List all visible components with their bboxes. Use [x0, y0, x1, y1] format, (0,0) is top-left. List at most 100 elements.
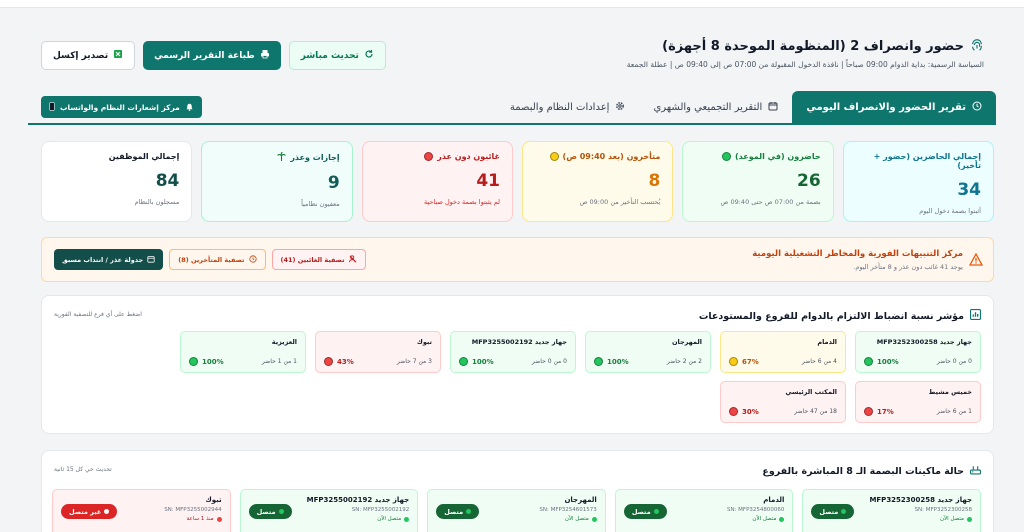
branch-card[interactable]: خميس مشيط 1 من 6 حاضر 17%	[855, 381, 981, 423]
schedule-excuse-label: جدولة عذر / انتداب مسبق	[62, 255, 144, 264]
clock-icon	[972, 101, 982, 114]
branch-compliance-section: مؤشر نسبة انضباط الالتزام بالدوام للفروع…	[41, 295, 994, 434]
kpi-leave[interactable]: إجازات وعذر 9 معفيون نظامياً	[201, 141, 353, 222]
phone-icon	[49, 101, 55, 113]
branch-card[interactable]: جهاز جديد MFP3252300258 0 من 0 حاضر 100%	[855, 331, 981, 373]
branch-count: 18 من 47 حاضر	[794, 408, 837, 415]
branch-card[interactable]: المهرجان 2 من 2 حاضر 100%	[585, 331, 711, 373]
device-name: تبوك	[205, 496, 222, 504]
calendar-plus-icon	[147, 255, 155, 265]
user-x-icon	[348, 254, 357, 265]
notification-center-button[interactable]: مركز إشعارات النظام والواتساب	[41, 96, 202, 118]
green-status-icon	[594, 357, 603, 366]
device-card[interactable]: تبوك SN: MFP3255002944 منذ 1 ساعة غير مت…	[52, 489, 231, 532]
device-last-seen: متصل الآن	[940, 516, 964, 522]
device-card[interactable]: المهرجان SN: MFP3254601573 متصل الآن متص…	[427, 489, 606, 532]
device-status-label: غير متصل	[69, 507, 102, 516]
filter-absent-button[interactable]: تصفية الغائبين (41)	[271, 249, 366, 270]
device-status-badge: متصل	[811, 504, 855, 519]
kpi-on-time[interactable]: حاضرون (في الموعد) 26 بصمة من 07:00 ص حت…	[682, 141, 834, 222]
device-name: جهاز جديد MFP3252300258	[869, 496, 972, 504]
branch-percent: 100%	[607, 357, 629, 366]
header-actions: تصدير إكسل طباعة التقرير الرسمي تحديث مب…	[41, 41, 386, 70]
red-status-icon	[424, 152, 434, 161]
device-status-label: متصل	[444, 507, 464, 516]
device-status-badge: متصل	[436, 504, 480, 519]
tab-daily-report[interactable]: تقرير الحضور والانصراف اليومي	[792, 91, 996, 123]
branch-card[interactable]: المكتب الرئيسي 18 من 47 حاضر 30%	[720, 381, 846, 423]
tab-label: التقرير التجميعي والشهري	[653, 101, 763, 113]
gear-icon	[615, 101, 625, 114]
kpi-label: إجمالي الحاضرين (حضور + تأخير)	[873, 152, 981, 170]
kpi-hint: معفيون نظامياً	[301, 200, 340, 208]
section-title: مؤشر نسبة انضباط الالتزام بالدوام للفروع…	[698, 310, 964, 322]
branch-grid: جهاز جديد MFP3252300258 0 من 0 حاضر 100%…	[52, 331, 981, 423]
device-last-seen: متصل الآن	[564, 516, 589, 522]
device-card[interactable]: جهاز جديد MFP3255002192 SN: MFP325500219…	[239, 489, 419, 532]
kpi-label: متأخرون (بعد 09:40 ص)	[562, 152, 661, 161]
device-last-seen: متصل الآن	[377, 516, 402, 522]
section-note: اضغط على أي فرع للتصفية الفورية	[54, 311, 142, 318]
tab-monthly-report[interactable]: التقرير التجميعي والشهري	[639, 91, 792, 123]
calendar-icon	[768, 101, 778, 114]
filter-late-button[interactable]: تصفية المتأخرين (8)	[169, 249, 266, 270]
branch-count: 3 من 7 حاضر	[396, 358, 432, 365]
branch-card[interactable]: جهاز جديد MFP3255002192 0 من 0 حاضر 100%	[450, 331, 576, 373]
alerts-subtitle: يوجد 41 غائب دون عذر و 8 متأخر اليوم.	[853, 263, 963, 271]
policy-subtitle: السياسة الرسمية: بداية الدوام 09:00 صباح…	[626, 60, 984, 69]
kpi-hint: يُحتسب التأخير من 09:00 ص	[579, 198, 661, 206]
green-status-icon	[864, 357, 873, 366]
device-last-seen: متصل الآن	[752, 516, 777, 522]
green-status-icon	[721, 152, 731, 161]
page-header: حضور وانصراف 2 (المنظومة الموحدة 8 أجهزة…	[404, 38, 984, 70]
kpi-cards: إجمالي الحاضرين (حضور + تأخير) 34 أثبتوا…	[41, 141, 994, 222]
tab-system-settings[interactable]: إعدادات النظام والبصمة	[496, 91, 640, 123]
device-card[interactable]: الدمام SN: MFP3254800060 متصل الآن متصل	[614, 489, 794, 532]
kpi-value: 84	[155, 171, 180, 191]
main-tabs: تقرير الحضور والانصراف اليومي التقرير ال…	[496, 91, 996, 123]
alerts-banner: مركز التنبيهات الفورية والمخاطر التشغيلي…	[41, 237, 994, 282]
device-status-label: متصل	[631, 507, 651, 516]
device-status-badge: متصل	[248, 504, 292, 519]
export-excel-label: تصدير إكسل	[53, 50, 109, 61]
kpi-absent[interactable]: غائبون دون عذر 41 لم يثبتوا بصمة دخول صب…	[361, 141, 514, 222]
branch-card[interactable]: العزيزية 1 من 1 حاضر 100%	[180, 331, 306, 373]
branch-name: تبوك	[416, 338, 432, 346]
kpi-label: غائبون دون عذر	[437, 152, 501, 161]
fingerprint-icon	[970, 38, 984, 54]
offline-dot-icon	[216, 516, 222, 522]
branch-name: العزيزية	[271, 338, 297, 346]
bar-chart-icon	[970, 309, 981, 323]
export-excel-button[interactable]: تصدير إكسل	[41, 41, 136, 70]
device-name: الدمام	[763, 496, 785, 504]
kpi-total-present[interactable]: إجمالي الحاضرين (حضور + تأخير) 34 أثبتوا…	[842, 141, 994, 222]
branch-card[interactable]: تبوك 3 من 7 حاضر 43%	[315, 331, 441, 373]
branch-percent: 100%	[877, 357, 899, 366]
device-last-seen: منذ 1 ساعة	[186, 516, 214, 522]
print-report-label: طباعة التقرير الرسمي	[154, 50, 255, 61]
online-dot-icon	[278, 509, 284, 514]
print-report-button[interactable]: طباعة التقرير الرسمي	[143, 41, 281, 70]
live-refresh-button[interactable]: تحديث مباشر	[288, 41, 386, 70]
live-refresh-label: تحديث مباشر	[300, 50, 359, 61]
section-note: تحديث حي كل 15 ثانية	[54, 466, 112, 473]
kpi-value: 34	[957, 180, 981, 200]
device-status-label: متصل	[819, 507, 839, 516]
kpi-total-employees[interactable]: إجمالي الموظفين 84 مسجلون بالنظام	[41, 141, 193, 222]
online-dot-icon	[841, 509, 847, 514]
schedule-excuse-button[interactable]: جدولة عذر / انتداب مسبق	[54, 249, 164, 270]
kpi-late[interactable]: متأخرون (بعد 09:40 ص) 8 يُحتسب التأخير م…	[522, 141, 674, 222]
branch-count: 1 من 6 حاضر	[936, 408, 972, 415]
palm-tree-icon	[277, 151, 286, 163]
tab-label: إعدادات النظام والبصمة	[509, 101, 610, 113]
filter-late-label: تصفية المتأخرين (8)	[178, 255, 245, 264]
branch-count: 0 من 0 حاضر	[936, 358, 972, 365]
online-dot-icon	[653, 509, 659, 514]
device-status-badge: غير متصل	[61, 504, 118, 519]
branch-count: 0 من 0 حاضر	[531, 358, 567, 365]
yellow-status-icon	[549, 152, 559, 161]
red-status-icon	[324, 357, 333, 366]
branch-card[interactable]: الدمام 4 من 6 حاضر 67%	[720, 331, 846, 373]
branch-name: جهاز جديد MFP3255002192	[471, 338, 567, 346]
device-card[interactable]: جهاز جديد MFP3252300258 SN: MFP325230025…	[802, 489, 981, 532]
